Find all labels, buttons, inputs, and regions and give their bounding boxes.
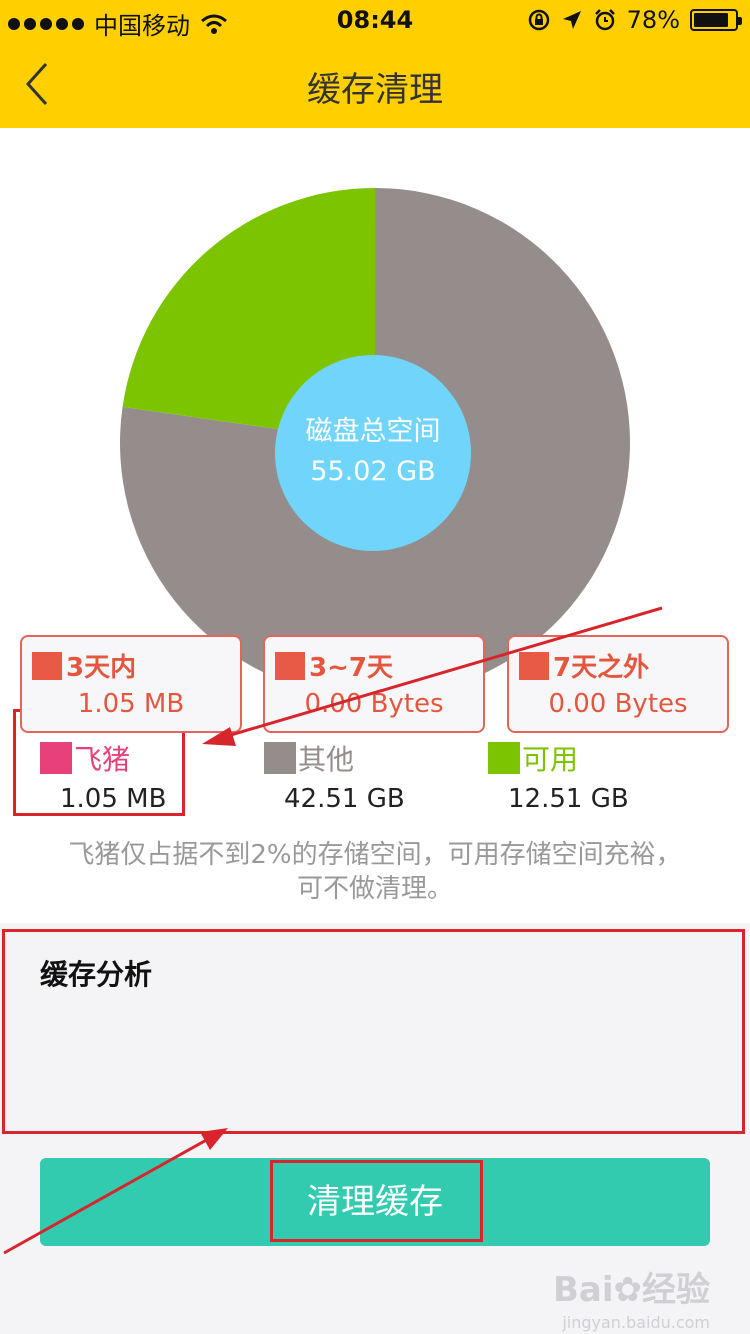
legend-value-available: 12.51 GB <box>508 784 629 814</box>
location-arrow-icon <box>562 11 581 29</box>
note-line-2: 可不做清理。 <box>296 874 453 904</box>
watermark-url: jingyan.baidu.com <box>562 1313 710 1332</box>
status-bar: 中国移动 08:44 78% <box>0 0 750 40</box>
note-line-1: 飞猪仅占据不到2%的存储空间，可用存储空间充裕， <box>68 840 682 870</box>
pie-center-label: 磁盘总空间 55.02 GB <box>275 355 471 551</box>
highlight-box-button <box>270 1160 483 1242</box>
highlight-box-analysis <box>2 929 745 1134</box>
watermark-brand-2: 经验 <box>642 1270 710 1310</box>
page-title: 缓存清理 <box>307 70 443 110</box>
pie-center-title: 磁盘总空间 <box>305 416 441 447</box>
card-value: 0.00 Bytes <box>304 689 444 719</box>
cache-card-over7days: 7天之外 0.00 Bytes <box>507 635 729 733</box>
legend-item-other: 其他 42.51 GB <box>264 738 405 814</box>
legend-item-available: 可用 12.51 GB <box>488 738 629 814</box>
watermark-brand: Bai <box>552 1270 614 1310</box>
baidu-watermark: Bai✿经验 jingyan.baidu.com <box>553 1262 710 1332</box>
alarm-icon <box>594 9 615 31</box>
card-label: 3~7天 <box>309 653 393 683</box>
paw-icon: ✿ <box>613 1270 643 1310</box>
legend-swatch-other <box>264 742 296 774</box>
legend-value-other: 42.51 GB <box>284 784 405 814</box>
pie-center-total: 55.02 GB <box>310 456 436 487</box>
card-value: 0.00 Bytes <box>548 689 688 719</box>
battery-icon <box>690 9 742 31</box>
rotation-lock-icon <box>528 9 549 31</box>
nav-bar: 缓存清理 <box>0 40 750 128</box>
card-label: 7天之外 <box>553 653 650 683</box>
card-swatch <box>32 651 62 680</box>
legend-swatch-available <box>488 742 520 774</box>
card-value: 1.05 MB <box>77 689 185 719</box>
legend-name-available: 可用 <box>522 743 579 776</box>
cache-card-3to7days: 3~7天 0.00 Bytes <box>263 635 485 733</box>
cache-card-3days: 3天内 1.05 MB <box>20 635 242 733</box>
card-swatch <box>519 651 549 680</box>
card-label: 3天内 <box>66 653 137 683</box>
battery-percent: 78% <box>626 6 680 34</box>
card-swatch <box>275 651 305 680</box>
storage-note: 飞猪仅占据不到2%的存储空间，可用存储空间充裕， 可不做清理。 <box>30 838 720 906</box>
legend-name-other: 其他 <box>298 743 355 776</box>
